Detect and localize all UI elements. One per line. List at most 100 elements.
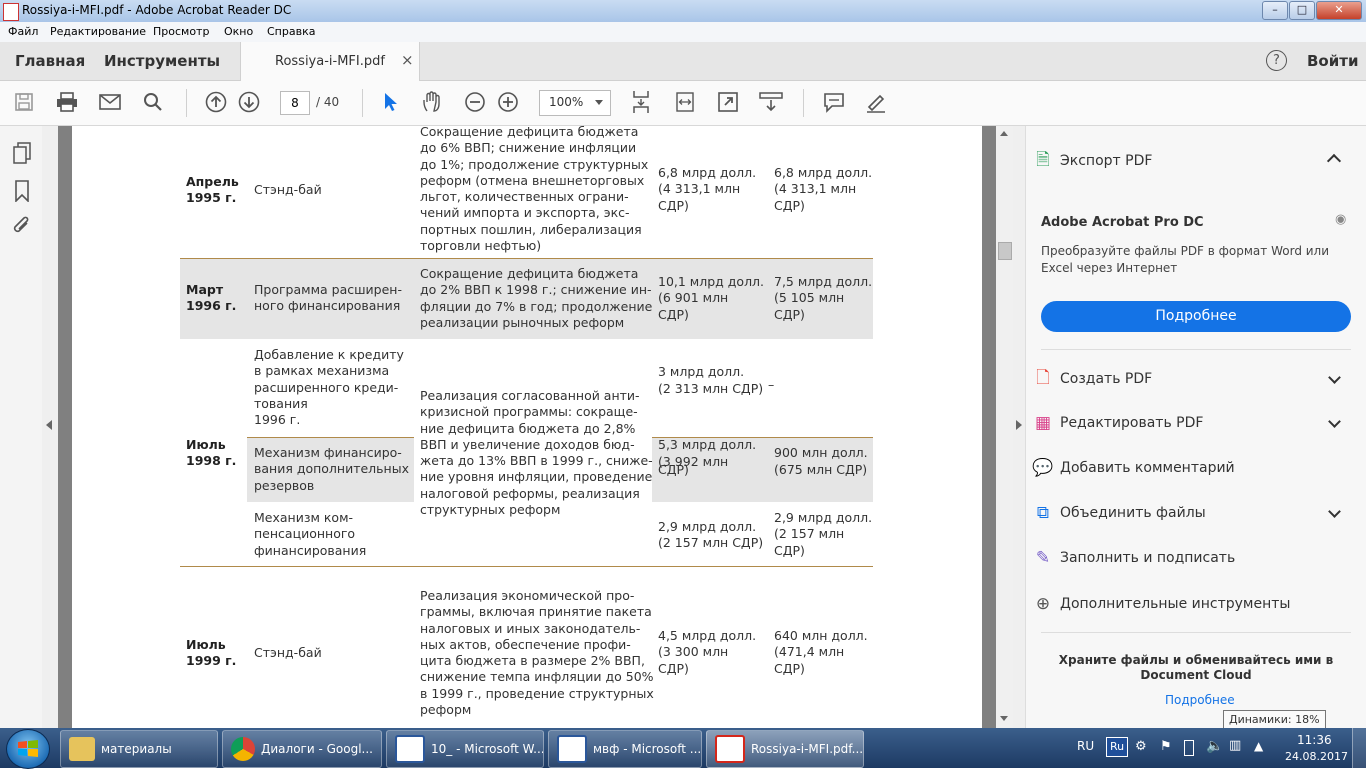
- table-cell-received: –: [768, 377, 775, 392]
- table-rule: [180, 566, 873, 567]
- print-icon[interactable]: [55, 90, 79, 114]
- close-window-button[interactable]: ✕: [1316, 1, 1362, 20]
- plus-circle-icon: ⊕: [1035, 594, 1051, 614]
- menu-view[interactable]: Просмотр: [153, 25, 209, 38]
- export-pdf-header[interactable]: 🗎 Экспорт PDF: [1030, 146, 1152, 176]
- start-button[interactable]: [6, 729, 50, 769]
- usb-icon[interactable]: ⚙: [1135, 739, 1147, 754]
- task-folder[interactable]: материалы: [60, 730, 218, 768]
- help-icon[interactable]: ?: [1266, 50, 1287, 71]
- tool-add-comment[interactable]: 💬 Добавить комментарий: [1030, 453, 1235, 483]
- scrollbar-thumb[interactable]: [998, 242, 1012, 260]
- next-page-icon[interactable]: [237, 90, 261, 114]
- bookmark-icon[interactable]: [14, 180, 30, 205]
- hand-tool-icon[interactable]: [420, 90, 444, 114]
- tool-label: Редактировать PDF: [1060, 415, 1204, 431]
- tool-more-tools[interactable]: ⊕ Дополнительные инструменты: [1030, 589, 1291, 619]
- collapse-left-panel[interactable]: [42, 126, 58, 728]
- read-mode-icon[interactable]: [759, 90, 783, 114]
- table-rule: [180, 258, 873, 259]
- tool-create-pdf[interactable]: 🗋 Создать PDF: [1030, 364, 1152, 394]
- zoom-out-icon[interactable]: [463, 90, 487, 114]
- chevron-right-icon: [1016, 420, 1022, 430]
- comment-icon[interactable]: [822, 90, 846, 114]
- comment-bubble-icon: 💬: [1032, 458, 1054, 478]
- tab-document[interactable]: Rossiya-i-MFI.pdf ×: [240, 42, 420, 81]
- tool-fill-sign[interactable]: ✎ Заполнить и подписать: [1030, 543, 1235, 573]
- select-cursor-icon[interactable]: [378, 90, 402, 114]
- collapse-right-panel[interactable]: [1013, 126, 1025, 728]
- table-cell-program: Механизм финансиро- вания дополнительных…: [254, 445, 409, 493]
- account-icon: ◉: [1335, 212, 1347, 227]
- table-cell-approved: 3 млрд долл. (2 313 млн СДР): [658, 364, 764, 396]
- zoom-in-icon[interactable]: [496, 90, 520, 114]
- close-tab-icon[interactable]: ×: [401, 51, 414, 69]
- table-cell-approved: 4,5 млрд долл. (3 300 млн СДР): [658, 628, 757, 676]
- signal-icon[interactable]: ▥: [1229, 738, 1241, 753]
- signin-button[interactable]: Войти: [1307, 52, 1358, 70]
- page-number-input[interactable]: [280, 91, 310, 115]
- table-cell-conditions: Реализация согласованной анти- кризисной…: [420, 388, 653, 518]
- menu-window[interactable]: Окно: [224, 25, 253, 38]
- pages-icon[interactable]: [12, 142, 32, 167]
- fit-page-icon[interactable]: [629, 90, 653, 114]
- menu-edit[interactable]: Редактирование: [50, 25, 146, 38]
- search-icon[interactable]: [141, 90, 165, 114]
- menu-file[interactable]: Файл: [8, 25, 38, 38]
- chevron-left-icon: [46, 420, 52, 430]
- tool-combine-files[interactable]: ⧉ Объединить файлы: [1030, 498, 1206, 528]
- previous-page-icon[interactable]: [204, 90, 228, 114]
- language-indicator[interactable]: RU: [1077, 739, 1094, 753]
- email-icon[interactable]: [98, 90, 122, 114]
- edit-pdf-icon: ▦: [1034, 413, 1052, 433]
- tab-home[interactable]: Главная: [15, 52, 85, 70]
- menu-help[interactable]: Справка: [267, 25, 315, 38]
- document-tab-label: Rossiya-i-MFI.pdf: [275, 54, 385, 69]
- divider: [1041, 632, 1351, 633]
- keyboard-layout-badge[interactable]: Ru: [1106, 737, 1128, 757]
- tool-edit-pdf[interactable]: ▦ Редактировать PDF: [1030, 408, 1203, 438]
- task-word-2[interactable]: мвф - Microsoft ...: [548, 730, 702, 768]
- scroll-down-arrow-icon[interactable]: [1000, 716, 1008, 721]
- table-cell-year: Март 1996 г.: [186, 282, 237, 314]
- full-screen-icon[interactable]: [716, 90, 740, 114]
- show-hidden-icons-icon[interactable]: ▲: [1254, 739, 1263, 753]
- table-cell-approved: 10,1 млрд долл. (6 901 млн СДР): [658, 274, 765, 322]
- task-word-1[interactable]: 10_ - Microsoft W...: [386, 730, 544, 768]
- battery-icon[interactable]: [1184, 740, 1194, 756]
- fill-sign-icon: ✎: [1035, 548, 1051, 568]
- speaker-tooltip: Динамики: 18%: [1223, 710, 1326, 730]
- attachment-icon[interactable]: [12, 216, 32, 241]
- table-cell-approved: 6,8 млрд долл. (4 313,1 млн СДР): [658, 165, 757, 213]
- cloud-learn-more-link[interactable]: Подробнее: [1165, 693, 1235, 707]
- task-label: мвф - Microsoft ...: [593, 742, 702, 756]
- show-desktop-button[interactable]: [1352, 728, 1366, 768]
- table-cell-year: Июль 1998 г.: [186, 437, 237, 469]
- table-cell-conditions: Сокращение дефицита бюджета до 6% ВВП; с…: [420, 124, 649, 254]
- scroll-up-arrow-icon[interactable]: [1000, 131, 1008, 136]
- task-chrome[interactable]: Диалоги - Googl...: [222, 730, 382, 768]
- tool-label: Добавить комментарий: [1060, 460, 1235, 476]
- minimize-button[interactable]: –: [1262, 1, 1288, 20]
- separator: [803, 89, 804, 117]
- task-label: Диалоги - Googl...: [261, 742, 373, 756]
- title-bar: Rossiya-i-MFI.pdf - Adobe Acrobat Reader…: [0, 0, 1366, 22]
- network-flag-icon[interactable]: ⚑: [1160, 739, 1172, 754]
- speaker-icon[interactable]: 🔈: [1206, 738, 1223, 754]
- table-cell-approved: 5,3 млрд долл. (3 992 млн СДР): [658, 437, 757, 477]
- clock-time[interactable]: 11:36: [1297, 733, 1332, 747]
- highlight-pen-icon[interactable]: [864, 90, 888, 114]
- maximize-button[interactable]: □: [1289, 1, 1315, 20]
- save-icon[interactable]: [12, 90, 36, 114]
- vertical-scrollbar[interactable]: [996, 126, 1013, 728]
- table-cell-year: Апрель 1995 г.: [186, 174, 239, 206]
- table-cell-program: Стэнд-бай: [254, 182, 322, 197]
- task-acrobat[interactable]: Rossiya-i-MFI.pdf...: [706, 730, 864, 768]
- tool-label: Дополнительные инструменты: [1060, 596, 1291, 612]
- more-info-button[interactable]: Подробнее: [1041, 301, 1351, 332]
- create-pdf-icon: 🗋: [1036, 367, 1050, 388]
- zoom-select[interactable]: 100%: [539, 90, 611, 116]
- fit-width-icon[interactable]: [673, 90, 697, 114]
- tab-tools[interactable]: Инструменты: [104, 52, 220, 70]
- clock-date[interactable]: 24.08.2017: [1285, 750, 1348, 763]
